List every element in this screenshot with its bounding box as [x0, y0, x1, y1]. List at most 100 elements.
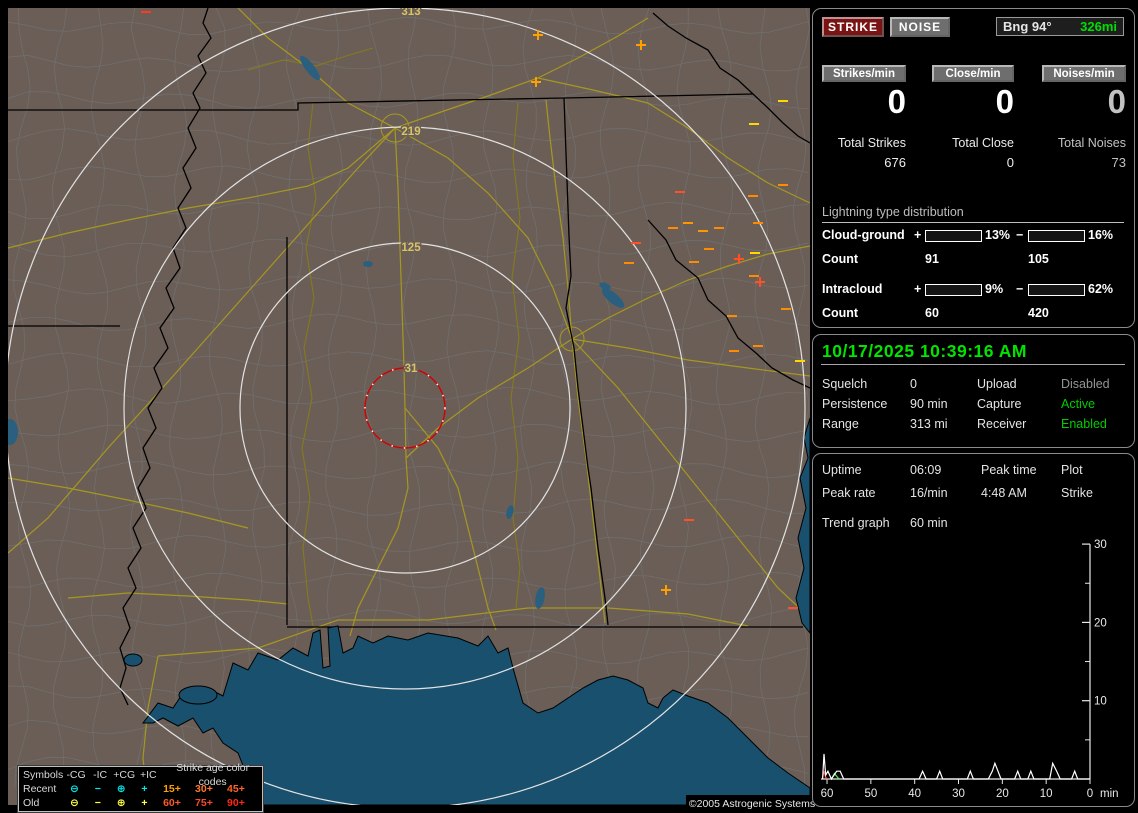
- peak-time-label: Peak time: [981, 463, 1037, 477]
- squelch-value: 0: [910, 377, 917, 391]
- persistence-label: Persistence: [822, 397, 887, 411]
- age-code: 30+: [195, 782, 227, 796]
- status-panel: 10/17/2025 10:39:16 AM Squelch 0 Upload …: [812, 334, 1135, 448]
- ring-label-313: 313: [401, 8, 420, 18]
- svg-text:30: 30: [952, 788, 965, 800]
- plot-mode-value: Strike: [1061, 486, 1093, 500]
- svg-text:20: 20: [996, 788, 1009, 800]
- upload-label: Upload: [977, 377, 1017, 391]
- trend-window-value: 60 min: [910, 516, 948, 530]
- plus-sign: +: [914, 282, 921, 296]
- uptime-label: Uptime: [822, 463, 862, 477]
- intracloud-count-row: Count 60 420: [813, 306, 1134, 320]
- cg-minus-bar: [1028, 230, 1085, 242]
- svg-text:10: 10: [1040, 788, 1053, 800]
- cg-minus-count: 105: [1028, 252, 1049, 266]
- legend-row-old: Old⊖−⊕+60+75+90+: [23, 796, 259, 810]
- bearing-readout: Bng 94° 326mi: [996, 17, 1124, 36]
- capture-label: Capture: [977, 397, 1021, 411]
- svg-text:60: 60: [821, 788, 834, 800]
- range-label: Range: [822, 417, 859, 431]
- divider: [822, 222, 1124, 223]
- legend-row-recent: Recent⊖−⊕+15+30+45+: [23, 782, 259, 796]
- peak-time-value: 4:48 AM: [981, 486, 1027, 500]
- ic-minus-pct: 62%: [1088, 282, 1113, 296]
- legend-col-pic: +IC: [136, 768, 160, 782]
- capture-status: Active: [1061, 397, 1095, 411]
- noises-per-min-header[interactable]: Noises/min: [1042, 65, 1126, 82]
- ic-plus-pct: 9%: [985, 282, 1003, 296]
- legend-symbol-neg-ic-icon: −: [86, 796, 109, 810]
- legend-col-nic: -IC: [88, 768, 112, 782]
- legend-row-label: Old: [23, 796, 63, 810]
- close-per-min-header[interactable]: Close/min: [932, 65, 1014, 82]
- total-strikes-label: Total Strikes: [822, 136, 906, 150]
- age-code: 75+: [195, 796, 227, 810]
- trend-graph: 1020306050403020100min: [813, 539, 1132, 801]
- minus-sign: −: [1016, 282, 1023, 296]
- intracloud-row: Intracloud + 9% − 62%: [813, 282, 1134, 296]
- age-code: 60+: [163, 796, 195, 810]
- svg-text:10: 10: [1094, 696, 1107, 708]
- bearing-label: Bng 94°: [1003, 18, 1052, 35]
- count-label: Count: [822, 252, 858, 266]
- intracloud-label: Intracloud: [822, 282, 882, 296]
- legend-col-ncg: -CG: [64, 768, 88, 782]
- ring-label-125: 125: [401, 242, 421, 254]
- datetime-display: 10/17/2025 10:39:16 AM: [822, 341, 1027, 362]
- legend-symbol-pos-ic-icon: +: [133, 796, 156, 810]
- cg-plus-pct: 13%: [985, 228, 1010, 242]
- svg-text:50: 50: [864, 788, 877, 800]
- svg-text:20: 20: [1094, 617, 1107, 629]
- noises-per-min-value: 0: [1042, 83, 1126, 121]
- cg-minus-pct: 16%: [1088, 228, 1113, 242]
- distribution-title: Lightning type distribution: [822, 205, 964, 219]
- ring-label-219: 219: [401, 126, 420, 138]
- receiver-label: Receiver: [977, 417, 1026, 431]
- total-noises-label: Total Noises: [1042, 136, 1126, 150]
- legend-symbol-pos-cg-icon: ⊕: [109, 796, 132, 810]
- cg-plus-count: 91: [925, 252, 939, 266]
- bearing-range: 326mi: [1080, 18, 1117, 35]
- copyright-label: ©2005 Astrogenic Systems: [686, 795, 818, 813]
- plus-sign: +: [914, 228, 921, 242]
- stats-panel: STRIKE NOISE Bng 94° 326mi Strikes/min C…: [812, 8, 1135, 328]
- upload-status: Disabled: [1061, 377, 1110, 391]
- uptime-value: 06:09: [910, 463, 941, 477]
- trend-graph-label: Trend graph: [822, 516, 890, 530]
- peak-rate-value: 16/min: [910, 486, 948, 500]
- legend-row-label: Recent: [23, 782, 63, 796]
- age-code: 90+: [227, 796, 259, 810]
- cloud-ground-label: Cloud-ground: [822, 228, 905, 242]
- range-value: 313 mi: [910, 417, 948, 431]
- legend-symbols-header: Symbols: [23, 768, 64, 782]
- total-noises-value: 73: [1042, 155, 1126, 170]
- count-label: Count: [822, 306, 858, 320]
- persistence-value: 90 min: [910, 397, 948, 411]
- cg-plus-bar: [925, 230, 982, 242]
- ic-minus-bar: [1028, 284, 1085, 296]
- total-close-value: 0: [932, 155, 1014, 170]
- legend-symbol-neg-cg-icon: ⊖: [63, 796, 86, 810]
- cloud-ground-row: Cloud-ground + 13% − 16%: [813, 228, 1134, 242]
- age-code: 15+: [163, 782, 195, 796]
- legend-symbol-pos-ic-icon: +: [133, 782, 156, 796]
- total-strikes-value: 676: [822, 155, 906, 170]
- squelch-label: Squelch: [822, 377, 867, 391]
- total-close-label: Total Close: [932, 136, 1014, 150]
- svg-text:0: 0: [1087, 788, 1093, 800]
- strike-map[interactable]: 313 219 125 31 Symbols -CG -IC +CG +IC S…: [8, 8, 810, 805]
- noise-mode-button[interactable]: NOISE: [890, 17, 950, 37]
- age-code: 45+: [227, 782, 259, 796]
- receiver-status: Enabled: [1061, 417, 1107, 431]
- cloud-ground-count-row: Count 91 105: [813, 252, 1134, 266]
- close-per-min-value: 0: [932, 83, 1014, 121]
- ring-label-31: 31: [405, 363, 418, 375]
- plot-label: Plot: [1061, 463, 1083, 477]
- ic-plus-bar: [925, 284, 982, 296]
- legend-symbol-pos-cg-icon: ⊕: [109, 782, 132, 796]
- legend-col-pcg: +CG: [112, 768, 136, 782]
- ic-minus-count: 420: [1028, 306, 1049, 320]
- strike-mode-button[interactable]: STRIKE: [822, 17, 884, 37]
- strikes-per-min-header[interactable]: Strikes/min: [822, 65, 906, 82]
